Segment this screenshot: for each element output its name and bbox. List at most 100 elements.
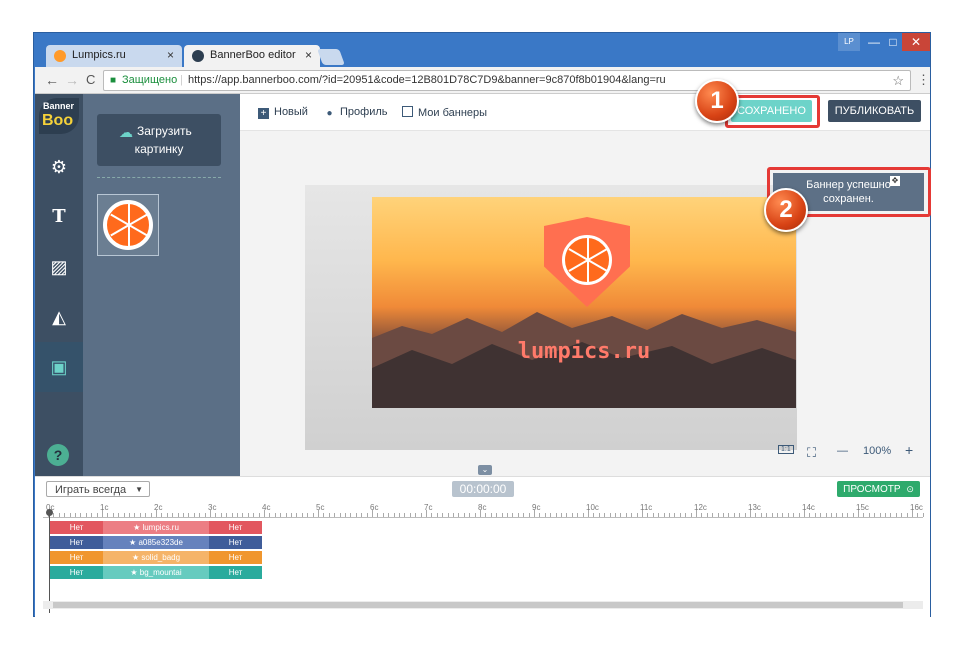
timeline-track[interactable]: Нет ★ a085e323de Нет	[50, 536, 262, 549]
tab-close-icon[interactable]: ×	[305, 48, 312, 62]
ruler-tick	[361, 513, 363, 517]
maximize-button[interactable]: □	[884, 33, 902, 51]
ruler-tick	[825, 513, 827, 517]
ruler-tick	[793, 513, 795, 517]
publish-button[interactable]: ПУБЛИКОВАТЬ	[828, 100, 921, 122]
ruler-tick	[447, 513, 449, 517]
timeline-track[interactable]: Нет ★ bg_mountai Нет	[50, 566, 262, 579]
ruler-tick	[868, 513, 870, 517]
preview-button[interactable]: ПРОСМОТР ⊙	[837, 481, 920, 497]
ruler-tick	[604, 513, 606, 517]
ruler-tick	[150, 513, 152, 517]
ruler-tick	[598, 513, 600, 517]
banner-canvas[interactable]: lumpics.ru	[372, 197, 796, 408]
settings-gear-icon[interactable]: ⚙	[35, 142, 83, 192]
cloud-upload-icon: ☁	[119, 124, 133, 140]
bookmark-star-icon[interactable]: ☆	[892, 71, 904, 90]
ruler-tick	[750, 510, 751, 517]
shapes-icon[interactable]: ◭	[35, 292, 83, 342]
text-tool-icon[interactable]: T	[35, 192, 83, 242]
tab-lumpics[interactable]: Lumpics.ru ×	[46, 45, 182, 67]
ruler-tick	[485, 513, 487, 517]
collapse-timeline-button[interactable]: ⌄	[478, 465, 492, 475]
back-button[interactable]: ←	[45, 72, 59, 88]
timeline-scrollbar[interactable]	[43, 601, 923, 609]
ruler-tick	[399, 513, 400, 517]
background-pattern-icon[interactable]: ▨	[35, 242, 83, 292]
track-layer-name[interactable]: ★ bg_mountai	[103, 566, 209, 579]
upload-image-button[interactable]: ☁ Загрузить картинку	[97, 114, 221, 166]
time-display: 00:00:00	[452, 481, 514, 497]
editor-canvas-area: lumpics.ru Баннер успешно сохранен. ✥ 2 …	[240, 131, 931, 476]
ruler-tick	[528, 513, 530, 517]
fullscreen-icon[interactable]: ⛶	[807, 445, 816, 461]
ruler-tick	[85, 513, 87, 517]
ruler-tick	[280, 513, 282, 517]
ruler-tick	[804, 510, 805, 517]
track-in-effect[interactable]: Нет	[50, 536, 103, 549]
track-layer-name[interactable]: ★ solid_badg	[103, 551, 209, 564]
ruler-tick	[296, 513, 298, 517]
timeline-track[interactable]: Нет ★ solid_badg Нет	[50, 551, 262, 564]
ruler-tick	[555, 513, 557, 517]
ruler-tick	[469, 513, 471, 517]
reload-button[interactable]: C	[86, 72, 95, 87]
ruler-tick	[539, 513, 541, 517]
track-layer-name[interactable]: ★ lumpics.ru	[103, 521, 209, 534]
upload-label-line2: картинку	[134, 142, 184, 156]
tab-close-icon[interactable]: ×	[167, 48, 174, 62]
ruler-tick	[210, 510, 211, 517]
new-button[interactable]: + Новый	[258, 106, 308, 119]
ratio-button[interactable]: 1:1	[778, 445, 794, 454]
ruler-tick	[345, 513, 346, 517]
my-banners-button[interactable]: Мои баннеры	[402, 106, 487, 119]
playhead[interactable]	[46, 509, 53, 613]
url-input[interactable]: ■ Защищено | https://app.bannerboo.com/?…	[103, 70, 911, 91]
close-window-button[interactable]: ✕	[902, 33, 930, 51]
profile-button[interactable]: ● Профиль	[324, 106, 387, 119]
zoom-out-button[interactable]: —	[837, 445, 848, 457]
track-in-effect[interactable]: Нет	[50, 551, 103, 564]
ruler-tick	[134, 513, 136, 517]
ruler-tick	[501, 513, 503, 517]
ruler-tick	[442, 513, 444, 517]
secure-label: Защищено	[122, 74, 178, 86]
track-out-effect[interactable]: Нет	[209, 551, 262, 564]
ruler-tick	[890, 513, 892, 517]
track-in-effect[interactable]: Нет	[50, 521, 103, 534]
ruler-tick	[269, 513, 271, 517]
user-badge[interactable]: LP	[838, 33, 860, 51]
loop-select[interactable]: Играть всегда ▼	[46, 481, 150, 497]
help-icon[interactable]: ?	[47, 444, 69, 466]
logo-text-bottom: Boo	[42, 112, 74, 129]
ruler-tick	[852, 513, 854, 517]
browser-menu-icon[interactable]: ⋮	[917, 72, 930, 88]
zoom-in-button[interactable]: +	[905, 442, 913, 458]
forward-button[interactable]: →	[65, 72, 79, 88]
ruler-tick	[474, 513, 476, 517]
preview-label: ПРОСМОТР	[843, 484, 901, 495]
tab-bannerboo[interactable]: BannerBoo editor ×	[184, 45, 320, 67]
track-layer-name[interactable]: ★ a085e323de	[103, 536, 209, 549]
timeline-track[interactable]: Нет ★ lumpics.ru Нет	[50, 521, 262, 534]
orange-slice-icon	[103, 200, 153, 250]
minimize-button[interactable]: —	[864, 33, 884, 51]
scrollbar-thumb[interactable]	[53, 602, 903, 608]
ruler-tick	[291, 513, 292, 517]
ruler-tick	[75, 513, 76, 517]
time-ruler[interactable]: 0c 1c 2c 3c 4c 5c 6c 7c 8c 9c 10c 11c 12c 13c 14c 15c 16…	[43, 501, 924, 518]
track-out-effect[interactable]: Нет	[209, 566, 262, 579]
ruler-tick	[847, 513, 849, 517]
bannerboo-logo[interactable]: Banner Boo	[39, 98, 79, 134]
uploaded-image-thumbnail[interactable]	[97, 194, 159, 256]
ruler-tick	[523, 513, 525, 517]
track-out-effect[interactable]: Нет	[209, 521, 262, 534]
track-in-effect[interactable]: Нет	[50, 566, 103, 579]
ruler-tick	[674, 513, 676, 517]
image-tool-icon[interactable]: ▣	[35, 342, 83, 392]
banner-text[interactable]: lumpics.ru	[372, 339, 796, 364]
ruler-tick	[247, 513, 249, 517]
track-out-effect[interactable]: Нет	[209, 536, 262, 549]
new-tab-button[interactable]	[317, 49, 345, 65]
ruler-tick	[307, 513, 309, 517]
